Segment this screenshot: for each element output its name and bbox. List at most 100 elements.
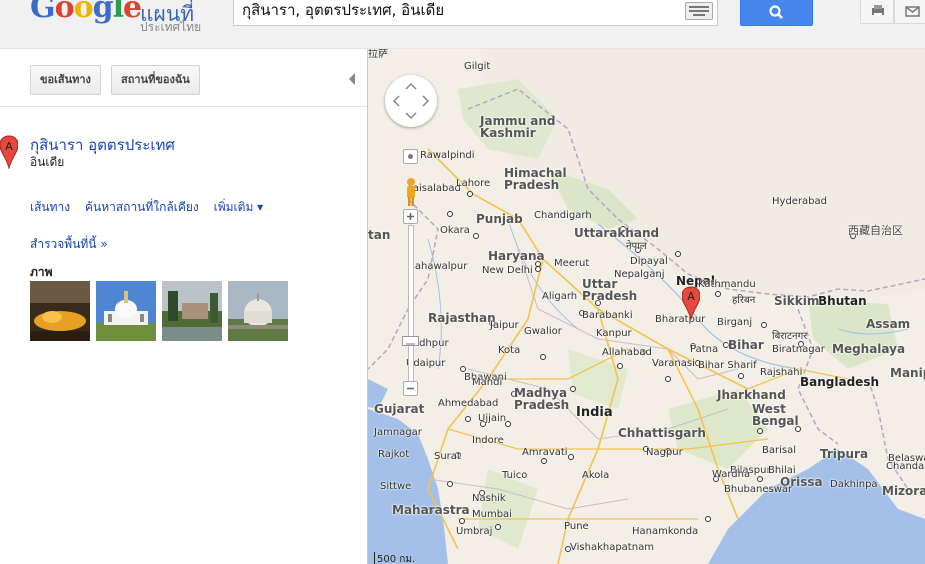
map-label: Manip (890, 366, 925, 380)
location-dot-icon (408, 154, 413, 159)
map-label: Pune (564, 521, 589, 532)
more-link[interactable]: เพิ่มเติม ▾ (214, 200, 264, 214)
photo-thumbnail[interactable] (96, 281, 156, 341)
map-label: Rajkot (378, 449, 410, 460)
my-location-button[interactable] (403, 149, 418, 164)
map-label: Akola (582, 470, 610, 481)
photo-thumbnail[interactable] (228, 281, 288, 341)
map-label: Meerut (554, 258, 590, 269)
map-label: Varanasi (652, 358, 695, 369)
map-label: Sittwe (380, 481, 412, 492)
pegman-icon[interactable] (404, 177, 418, 207)
map-label: Haryana (488, 249, 545, 263)
zoom-slider-track[interactable] (408, 225, 414, 387)
map-label: Madhya Pradesh (514, 386, 570, 412)
map-label: Birganj (717, 317, 753, 328)
directions-link[interactable]: เส้นทาง (30, 200, 70, 214)
map-label: Sikkim (774, 294, 820, 308)
map-label: Jamnagar (374, 427, 422, 438)
grip-icon (406, 343, 415, 345)
photo-thumbnail[interactable] (162, 281, 222, 341)
product-region: ประเทศไทย (140, 20, 202, 34)
search-nearby-link[interactable]: ค้นหาสถานที่ใกล้เคียง (85, 200, 199, 214)
map-label: Surat (434, 451, 461, 462)
google-maps-logo[interactable]: Google แผนที่ ประเทศไทย (30, 0, 201, 34)
photo-thumbnail[interactable] (30, 281, 90, 341)
map-label: Mandi (472, 377, 503, 388)
zoom-slider-handle[interactable] (402, 336, 419, 346)
map-label: Nagpur (646, 447, 683, 458)
map-label: Hyderabad (772, 196, 827, 207)
map-label: Uttarakhand (574, 226, 660, 240)
collapse-panel-icon[interactable] (349, 73, 355, 85)
map-label: Aligarh (542, 291, 578, 302)
map-label: Ahmedabad (438, 398, 499, 409)
map-scale: 500 กม. (374, 552, 415, 564)
map-label: Barisal (762, 445, 796, 456)
map-label: Assam (866, 317, 911, 331)
pan-control[interactable] (385, 75, 437, 127)
map-label: नेपाल (626, 241, 647, 252)
left-panel: ขอเส้นทาง สถานที่ของฉัน A กุสินารา อุตตร… (0, 49, 368, 564)
search-button[interactable] (740, 0, 813, 26)
map-label: 拉萨 (368, 49, 388, 60)
result-marker-letter: A (5, 140, 13, 153)
explore-area-link[interactable]: สำรวจพื้นที่นี้ » (30, 235, 108, 254)
email-icon (905, 6, 920, 17)
result-marker-icon[interactable]: A (0, 135, 18, 169)
map-label: Biratnagar (772, 344, 825, 355)
map-label: Gujarat (374, 402, 425, 416)
map-label: Maharastra (392, 503, 470, 517)
map-label: Chhattisgarh (618, 426, 706, 440)
map-label: Bahawalpur (408, 261, 468, 272)
top-bar: Google แผนที่ ประเทศไทย (0, 0, 925, 49)
map-label: Bangladesh (800, 375, 880, 389)
map-label: Dipayal (630, 256, 668, 267)
result-actions: เส้นทาง ค้นหาสถานที่ใกล้เคียง เพิ่มเติม … (30, 198, 274, 217)
map-label: Ujjain (478, 413, 507, 424)
search-box (233, 0, 718, 26)
map-label: Jharkhand (717, 388, 786, 402)
map-label: Gilgit (464, 61, 491, 72)
print-icon (872, 5, 884, 16)
zoom-out-button[interactable] (403, 381, 418, 396)
my-places-button[interactable]: สถานที่ของฉัน (111, 65, 200, 95)
map-label: Patna (690, 344, 719, 355)
map-label: Punjab (476, 212, 523, 226)
map-label: Bihar Sharif (698, 360, 757, 371)
map-label: हरिबन (732, 295, 756, 306)
map-label: Okara (440, 225, 470, 236)
map-label: Tuico (502, 470, 528, 481)
map-label: Wardha (712, 469, 751, 480)
google-logo: Google (30, 0, 142, 25)
map-label: Bhubaneswar (724, 484, 793, 495)
email-button[interactable] (894, 0, 925, 24)
print-button[interactable] (860, 0, 894, 24)
map-label: Rawalpindi (420, 150, 475, 161)
location-marker-icon[interactable]: A (682, 286, 700, 320)
map-label: Kota (498, 345, 521, 356)
map-label: tan (368, 228, 391, 242)
map-canvas[interactable]: Gilgit Jammu and Kashmir Rawalpindi Faisala… (368, 49, 925, 564)
keyboard-icon[interactable] (685, 2, 713, 20)
map-label: Dakhinpa (830, 479, 878, 490)
map-label: Rajasthan (428, 311, 496, 325)
zoom-in-button[interactable] (403, 209, 418, 224)
map-label: बिराटनगर (772, 331, 808, 342)
map-label: Rajshahi (760, 367, 803, 378)
map-label: Lahore (456, 178, 491, 189)
map-label: Barabanki (582, 310, 633, 321)
map-label: Meghalaya (832, 342, 906, 356)
map-label: Hanamkonda (632, 526, 699, 537)
map-label: Allahabad (602, 347, 652, 358)
panel-divider (0, 106, 367, 107)
map-label: Kanpur (596, 328, 632, 339)
map-label: Mizoram (882, 484, 925, 498)
search-input[interactable] (240, 0, 684, 24)
map-label: 西藏自治区 (848, 224, 903, 237)
pan-arrows-icon (392, 82, 430, 120)
get-directions-button[interactable]: ขอเส้นทาง (30, 65, 101, 95)
map-label: Uttar Pradesh (582, 277, 638, 303)
map-label: Chandanpur (886, 461, 925, 472)
photos-heading: ภาพ (30, 265, 53, 279)
